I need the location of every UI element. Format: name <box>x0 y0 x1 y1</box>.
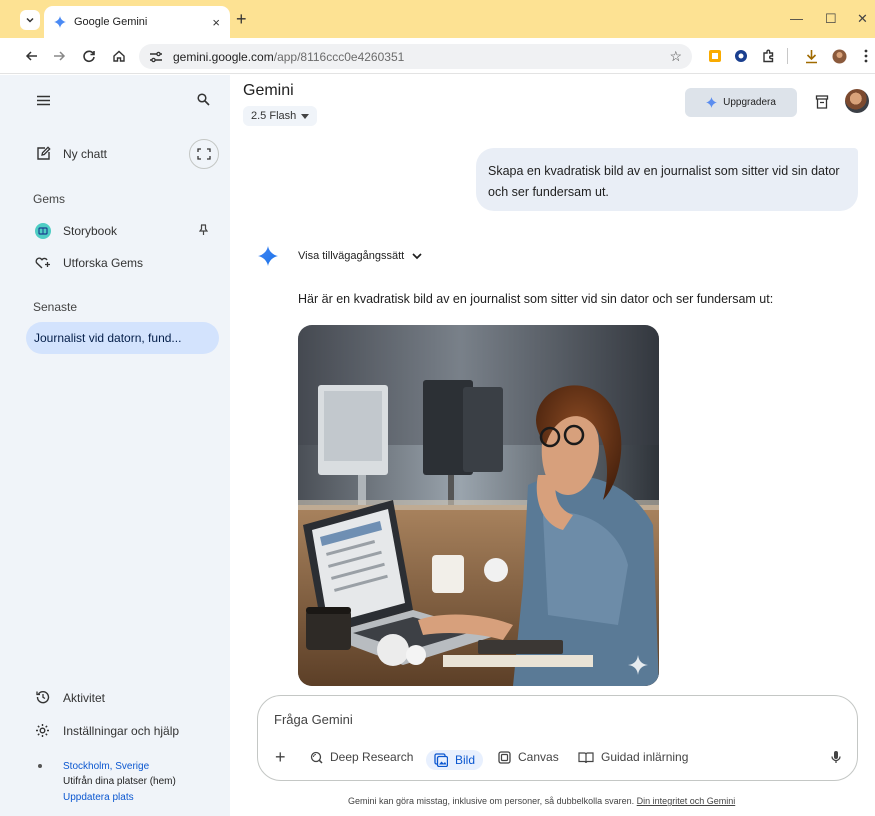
gem-item-explore[interactable]: Utforska Gems <box>63 256 143 270</box>
image-tool[interactable]: Bild <box>426 750 484 770</box>
recent-chat-item[interactable]: Journalist vid datorn, fund... <box>26 322 219 354</box>
caret-down-icon <box>301 113 310 119</box>
url-path: /app/8116ccc0e4260351 <box>273 49 405 64</box>
new-tab-button[interactable]: + <box>236 9 247 29</box>
reload-button[interactable] <box>80 47 98 65</box>
generated-image[interactable] <box>298 325 659 686</box>
show-process-label: Visa tillvägagångssätt <box>298 250 405 262</box>
browser-menu-icon[interactable] <box>858 48 874 64</box>
new-chat-button[interactable]: Ny chatt <box>63 147 107 161</box>
back-button[interactable] <box>23 47 41 65</box>
recent-section-label: Senaste <box>33 300 78 314</box>
extension-yellow-icon[interactable] <box>707 48 723 64</box>
image-tool-label: Bild <box>455 753 476 767</box>
show-process-toggle[interactable]: Visa tillvägagångssätt <box>298 250 422 262</box>
microphone-button[interactable] <box>831 750 841 764</box>
extensions-puzzle-icon[interactable] <box>760 48 776 64</box>
disclaimer: Gemini kan göra misstag, inklusive om pe… <box>348 796 735 806</box>
site-settings-icon <box>150 51 162 62</box>
new-chat-icon[interactable] <box>36 146 51 161</box>
model-name: 2.5 Flash <box>251 110 297 122</box>
canvas-tool[interactable]: Canvas <box>498 750 559 764</box>
canvas-label: Canvas <box>518 750 559 764</box>
toolbar-divider <box>787 48 789 64</box>
settings-help-link[interactable]: Inställningar och hjälp <box>63 724 179 738</box>
add-attachment-button[interactable]: + <box>275 747 286 768</box>
user-message-bubble: Skapa en kvadratisk bild av en journalis… <box>476 148 858 211</box>
chevron-down-icon <box>412 252 422 259</box>
sparkle-icon <box>706 97 718 108</box>
image-icon <box>434 753 448 767</box>
chat-archive-icon[interactable] <box>815 95 829 109</box>
app-title: Gemini <box>243 82 294 99</box>
deep-research-tool[interactable]: Deep Research <box>310 750 413 764</box>
url-text: gemini.google.com/app/8116ccc0e4260351 <box>173 50 404 64</box>
tab-search-button[interactable] <box>20 10 40 30</box>
settings-gear-icon <box>35 723 50 738</box>
disclaimer-text: Gemini kan göra misstag, inklusive om pe… <box>348 796 635 806</box>
canvas-icon <box>498 750 511 764</box>
explore-gems-icon <box>35 255 51 270</box>
prompt-input[interactable]: Fråga Gemini <box>274 712 353 727</box>
reload-icon <box>83 50 95 63</box>
address-bar[interactable]: gemini.google.com/app/8116ccc0e4260351 ☆ <box>139 44 692 69</box>
activity-history-icon <box>36 690 50 704</box>
temporary-chat-icon <box>197 148 211 160</box>
arrow-right-icon <box>54 51 66 61</box>
bookmark-star-icon[interactable]: ☆ <box>669 48 682 65</box>
gem-item-storybook[interactable]: Storybook <box>63 224 117 238</box>
model-selector[interactable]: 2.5 Flash <box>243 106 318 126</box>
location-dot <box>38 764 42 768</box>
browser-tab[interactable]: Google Gemini × <box>44 6 230 38</box>
close-window-button[interactable]: ✕ <box>857 11 868 27</box>
location-source: Utifrån dina platser (hem) <box>63 776 176 787</box>
tab-close-button[interactable]: × <box>212 15 220 30</box>
storybook-gem-icon <box>35 223 51 239</box>
upgrade-label: Uppgradera <box>723 97 776 108</box>
prompt-input-box[interactable]: Fråga Gemini + Deep Research Bild Canvas… <box>257 695 858 781</box>
tab-title: Google Gemini <box>74 16 148 28</box>
guided-learning-label: Guidad inlärning <box>601 750 689 764</box>
maximize-button[interactable]: ☐ <box>825 11 837 27</box>
hamburger-menu-icon[interactable] <box>37 95 50 106</box>
update-location-link[interactable]: Uppdatera plats <box>63 792 134 803</box>
chevron-down-icon <box>26 17 34 23</box>
download-icon[interactable] <box>803 48 819 64</box>
home-icon <box>113 50 125 62</box>
minimize-button[interactable]: — <box>790 11 803 26</box>
pin-icon[interactable] <box>199 224 208 236</box>
answer-text: Här är en kvadratisk bild av en journali… <box>298 292 774 306</box>
gems-section-label: Gems <box>33 192 66 206</box>
upgrade-button[interactable]: Uppgradera <box>685 88 797 117</box>
browser-toolbar: gemini.google.com/app/8116ccc0e4260351 ☆ <box>0 38 875 74</box>
sidebar: Ny chatt Gems Storybook Utforska Gems Se… <box>0 75 230 816</box>
deep-research-label: Deep Research <box>330 750 414 764</box>
activity-link[interactable]: Aktivitet <box>63 691 105 705</box>
guided-learning-icon <box>578 751 594 763</box>
gemini-sparkle-icon <box>258 246 278 266</box>
url-host: gemini.google.com <box>173 49 274 64</box>
search-icon[interactable] <box>197 93 210 106</box>
home-button[interactable] <box>110 47 128 65</box>
arrow-left-icon <box>25 51 37 61</box>
avatar[interactable] <box>845 89 869 113</box>
profile-avatar-small[interactable] <box>831 48 847 64</box>
forward-button[interactable] <box>50 47 68 65</box>
guided-learning-tool[interactable]: Guidad inlärning <box>578 750 688 764</box>
browser-tab-bar: Google Gemini × + — ☐ ✕ <box>0 0 875 38</box>
extension-blue-icon[interactable] <box>733 48 749 64</box>
privacy-link[interactable]: Din integritet och Gemini <box>637 796 736 806</box>
microphone-icon <box>831 751 841 763</box>
gemini-favicon-icon <box>54 16 66 28</box>
temporary-chat-button[interactable] <box>189 139 219 169</box>
deep-research-icon <box>310 751 323 764</box>
location-place[interactable]: Stockholm, Sverige <box>63 761 149 772</box>
